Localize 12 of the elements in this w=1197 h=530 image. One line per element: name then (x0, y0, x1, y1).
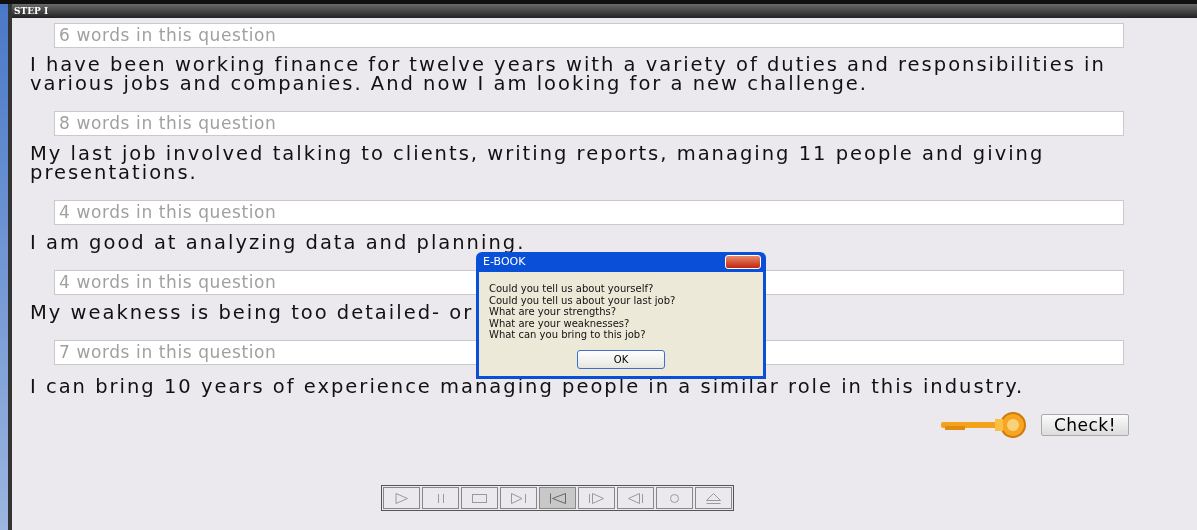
dialog-text: What are your strengths? (489, 306, 618, 318)
dialog-text: What can you bring to this job? (489, 329, 647, 341)
dialog-title: E-BOOK (483, 253, 526, 270)
window-title: STEP I (12, 4, 1197, 18)
answer-text: My last job involved talking to clients, writing reports, managing 11 people and giving presentations. (30, 144, 1046, 182)
dialog-text: Could you tell us about yourself? (489, 283, 655, 295)
answer-text: I can bring 10 years of experience managing people in a similar role in this industry. (30, 377, 1025, 396)
dialog-text: Could you tell us about your last job? (489, 294, 677, 306)
answer-text: I am good at analyzing data and planning. (30, 233, 526, 252)
answer-text: I have been working finance for twelve years with a variety of duties and responsibilities in various jobs and companies. And now I am looking for a new challenge. (30, 55, 1107, 93)
dialog-text: What are your weaknesses? (489, 317, 631, 329)
answer-text: My weakness is being too detailed- or (30, 303, 474, 322)
